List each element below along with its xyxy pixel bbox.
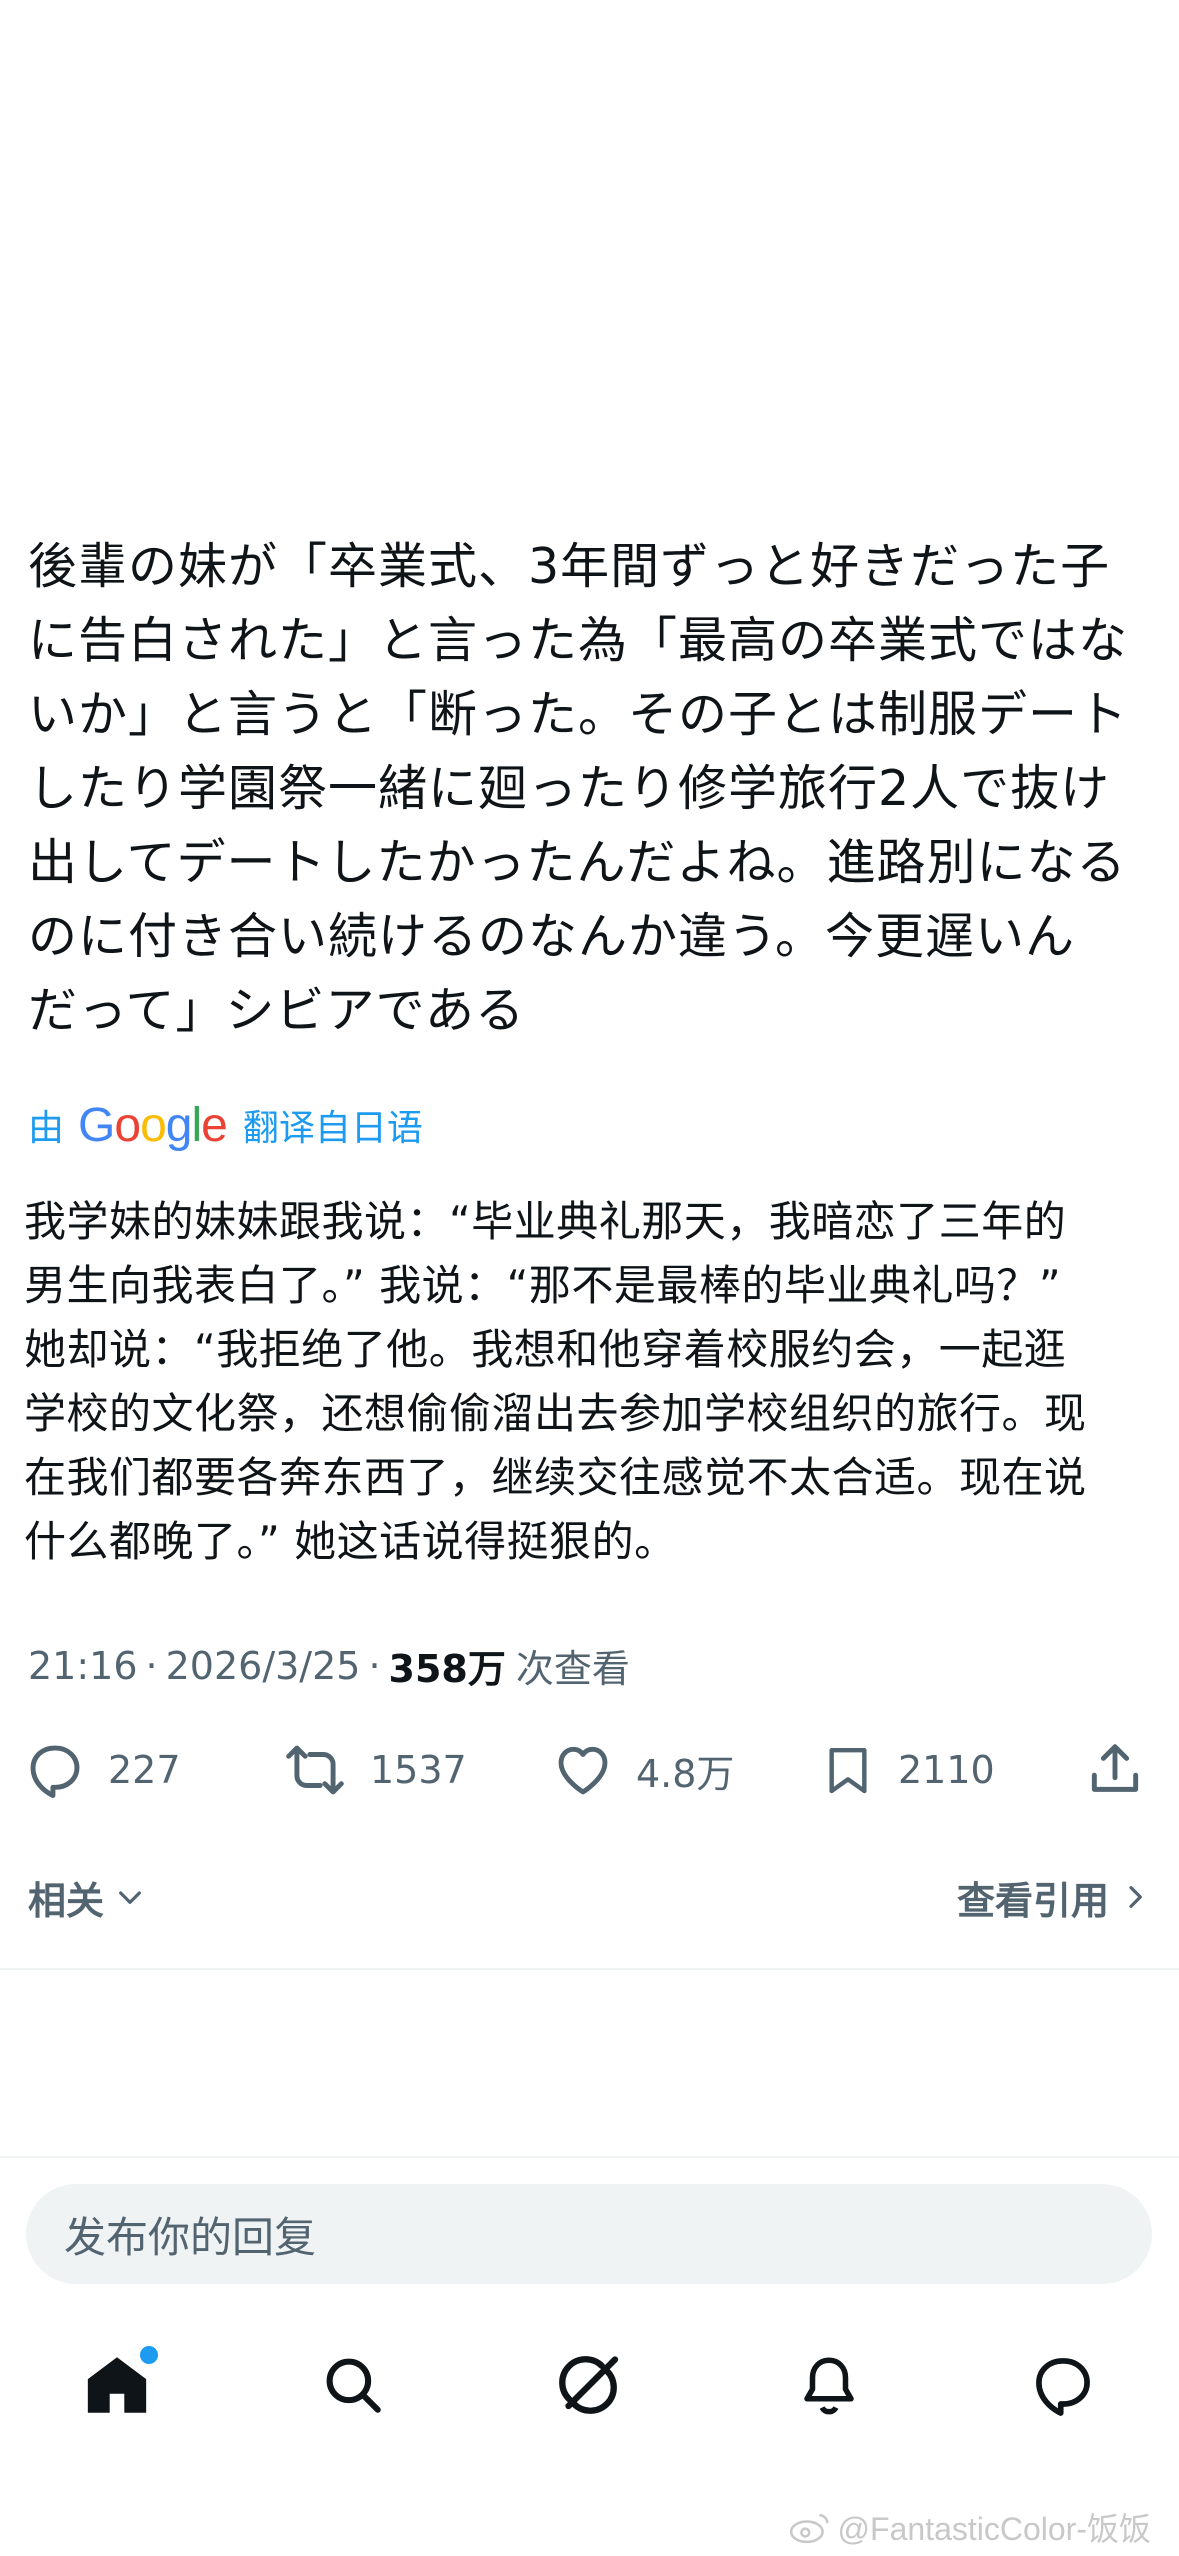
views-label: 次查看 (515, 1647, 630, 1691)
reply-placeholder: 发布你的回复 (64, 2212, 317, 2262)
nav-grok[interactable] (543, 2340, 633, 2430)
chevron-down-icon (119, 1891, 141, 1904)
related-toggle[interactable]: 相关 (28, 1870, 146, 1925)
grok-icon (559, 2356, 619, 2414)
google-logo: G o o g l e (78, 1098, 228, 1153)
google-logo-letter: o (140, 1098, 167, 1152)
share-button[interactable] (1084, 1739, 1146, 1801)
tweet-date[interactable]: 2026/3/25 (166, 1644, 361, 1688)
bell-icon (804, 2357, 854, 2415)
divider (0, 2156, 1179, 2158)
divider (0, 1968, 1179, 1970)
nav-messages[interactable] (1018, 2340, 1108, 2430)
views-count: 358万 (388, 1647, 506, 1691)
google-logo-letter: G (78, 1098, 115, 1152)
notification-dot (140, 2346, 158, 2364)
heart-icon (558, 1746, 608, 1795)
nav-search[interactable] (308, 2340, 398, 2430)
meta-separator: · (368, 1643, 381, 1688)
google-logo-letter: o (114, 1098, 141, 1152)
retweet-button[interactable]: 1537 (282, 1739, 467, 1801)
related-label: 相关 (28, 1878, 105, 1923)
like-button[interactable]: 4.8万 (552, 1739, 734, 1801)
bottom-nav (0, 2330, 1179, 2440)
retweet-icon (286, 1745, 344, 1795)
google-logo-letter: e (201, 1098, 228, 1152)
translated-text: 我学妹的妹妹跟我说：“毕业典礼那天，我暗恋了三年的 男生向我表白了。” 我说：“… (24, 1197, 1087, 1566)
tweet-actions: 227 1537 4.8万 2110 (24, 1735, 1154, 1805)
share-icon (1091, 1744, 1139, 1792)
bookmark-button[interactable]: 2110 (820, 1739, 995, 1801)
search-icon (326, 2358, 381, 2413)
meta-separator: · (145, 1643, 158, 1688)
chevron-right-icon (1129, 1886, 1142, 1908)
nav-notifications[interactable] (784, 2340, 874, 2430)
reply-button[interactable]: 227 (24, 1739, 181, 1801)
bookmark-icon (829, 1747, 867, 1794)
watermark-text: @FantasticColor-饭饭 (837, 2511, 1151, 2547)
tweet-meta: 21:16 · 2026/3/25 · 358万 次查看 (28, 1638, 630, 1693)
translation-source-label: 翻译自日语 (242, 1108, 423, 1149)
weibo-icon (789, 2513, 829, 2544)
messages-icon (1036, 2358, 1090, 2416)
view-quotes-label: 查看引用 (956, 1878, 1109, 1923)
like-count: 4.8万 (636, 1751, 735, 1796)
translation-attribution[interactable]: 由 G o o g l e 翻译自日语 (28, 1090, 423, 1160)
reply-count: 227 (108, 1748, 181, 1792)
retweet-count: 1537 (370, 1748, 467, 1792)
view-quotes-link[interactable]: 查看引用 (957, 1870, 1151, 1925)
reply-icon (30, 1745, 80, 1799)
google-logo-letter: l (191, 1098, 202, 1152)
nav-home[interactable] (72, 2340, 162, 2430)
bookmark-count: 2110 (898, 1748, 995, 1792)
related-row: 相关 查看引用 (28, 1862, 1151, 1932)
google-logo-letter: g (165, 1098, 193, 1152)
translation-prefix: 由 (28, 1108, 65, 1149)
reply-input[interactable]: 发布你的回复 (26, 2184, 1152, 2284)
tweet-text: 後輩の妹が「卒業式、3年間ずっと好きだった子 に告白された」と言った為「最高の卒… (28, 538, 1129, 1039)
tweet-time[interactable]: 21:16 (28, 1644, 138, 1688)
watermark: @FantasticColor-饭饭 (788, 2504, 1151, 2550)
